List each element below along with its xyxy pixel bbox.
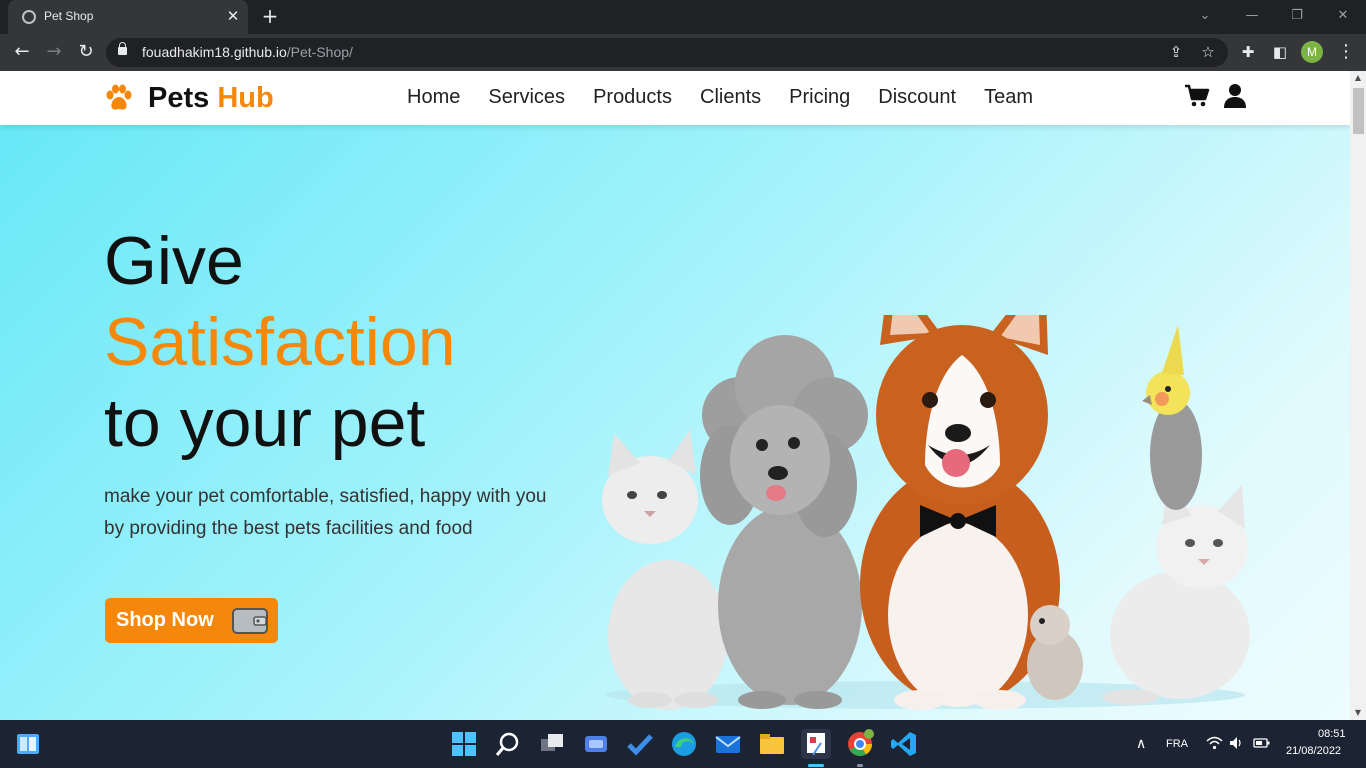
cat-right	[1102, 483, 1250, 705]
reload-icon[interactable]: ↻	[73, 39, 99, 65]
back-icon[interactable]: ←	[9, 39, 35, 65]
site-navbar: Pets Hub Home Services Products Clients …	[0, 71, 1350, 125]
bookmark-star-icon[interactable]: ☆	[1197, 41, 1219, 63]
running-app-indicator	[857, 764, 863, 767]
forward-icon[interactable]: →	[41, 39, 67, 65]
nav-link-home[interactable]: Home	[407, 84, 460, 110]
menu-kebab-icon[interactable]: ⋮	[1333, 39, 1359, 65]
chat-icon[interactable]	[581, 729, 611, 759]
close-window-button[interactable]: ✕	[1331, 5, 1355, 27]
language-indicator[interactable]: FRA	[1166, 738, 1188, 750]
share-icon[interactable]: ⇪	[1165, 41, 1187, 63]
windows-start-icon[interactable]	[449, 729, 479, 759]
hero-title-line2: Satisfaction	[104, 304, 456, 380]
new-tab-button[interactable]: +	[258, 5, 282, 29]
scroll-down-arrow-icon[interactable]: ▼	[1350, 706, 1366, 720]
tray-overflow-chevron-icon[interactable]: ∧	[1136, 735, 1146, 752]
lock-icon	[118, 42, 127, 55]
edge-icon[interactable]	[669, 729, 699, 759]
hero-title-line3: to your pet	[104, 385, 426, 461]
profile-avatar[interactable]: M	[1301, 41, 1323, 63]
nav-link-discount[interactable]: Discount	[878, 84, 956, 110]
hero-title: Give Satisfaction to your pet	[104, 221, 456, 464]
user-icon[interactable]	[1222, 83, 1248, 109]
hamster	[1027, 605, 1083, 700]
url-text[interactable]: fouadhakim18.github.io/Pet-Shop/	[142, 44, 353, 60]
wallet-icon	[232, 608, 268, 634]
cart-icon[interactable]	[1184, 83, 1210, 109]
pets-group-image	[602, 315, 1250, 710]
restore-button[interactable]: ❐	[1285, 5, 1309, 27]
shop-now-label: Shop Now	[116, 609, 214, 631]
brand-name: Pets Hub	[148, 81, 274, 114]
page-scrollbar[interactable]: ▲ ▼	[1350, 71, 1366, 720]
vscode-icon[interactable]	[889, 729, 919, 759]
globe-icon	[22, 10, 36, 24]
nav-link-clients[interactable]: Clients	[700, 84, 761, 110]
nav-link-team[interactable]: Team	[984, 84, 1033, 110]
page-viewport: Pets Hub Home Services Products Clients …	[0, 71, 1350, 720]
hero-subtitle: make your pet comfortable, satisfied, ha…	[104, 486, 547, 539]
file-explorer-icon[interactable]	[757, 729, 787, 759]
wifi-icon[interactable]	[1206, 736, 1223, 750]
minimize-button[interactable]: —	[1240, 5, 1264, 27]
cockatiel	[1142, 325, 1202, 510]
hero-title-line1: Give	[104, 223, 244, 299]
address-bar[interactable]: fouadhakim18.github.io/Pet-Shop/ ⇪ ☆	[106, 38, 1228, 67]
browser-toolbar: ← → ↻ fouadhakim18.github.io/Pet-Shop/ ⇪…	[0, 34, 1366, 71]
side-panel-icon[interactable]: ◧	[1267, 39, 1293, 65]
todo-icon[interactable]	[625, 729, 655, 759]
active-app-indicator	[808, 764, 824, 767]
browser-tabstrip: Pet Shop ✕ + ⌄ — ❐ ✕	[0, 0, 1366, 34]
hero-section: Give Satisfaction to your pet make your …	[0, 125, 1350, 720]
chrome-icon[interactable]	[845, 729, 875, 759]
battery-icon[interactable]	[1253, 736, 1271, 750]
tab-close-button[interactable]: ✕	[224, 6, 242, 26]
nav-link-services[interactable]: Services	[488, 84, 565, 110]
snipping-tool-active-app[interactable]	[801, 729, 831, 759]
nav-link-products[interactable]: Products	[593, 84, 672, 110]
tab-search-icon[interactable]: ⌄	[1193, 5, 1217, 27]
extensions-icon[interactable]: ✚	[1235, 39, 1261, 65]
main-nav: Home Services Products Clients Pricing D…	[407, 84, 1061, 110]
widgets-icon[interactable]	[16, 732, 40, 756]
scroll-thumb[interactable]	[1353, 88, 1364, 134]
tab-title: Pet Shop	[44, 9, 94, 23]
nav-link-pricing[interactable]: Pricing	[789, 84, 850, 110]
paw-icon	[106, 84, 132, 110]
clock-time[interactable]: 08:51	[1318, 728, 1346, 740]
search-icon[interactable]	[493, 729, 523, 759]
windows-taskbar: ∧ FRA 08:51 21/08/2022	[0, 720, 1366, 768]
volume-icon[interactable]	[1229, 736, 1243, 750]
scroll-up-arrow-icon[interactable]: ▲	[1350, 71, 1366, 85]
task-view-icon[interactable]	[537, 729, 567, 759]
snipping-tool-icon	[807, 733, 825, 756]
brand-logo[interactable]: Pets Hub	[104, 79, 274, 117]
clock-date[interactable]: 21/08/2022	[1286, 745, 1341, 757]
shop-now-button[interactable]: Shop Now	[105, 598, 278, 643]
mail-icon[interactable]	[713, 729, 743, 759]
browser-tab-active[interactable]: Pet Shop ✕	[8, 0, 248, 34]
